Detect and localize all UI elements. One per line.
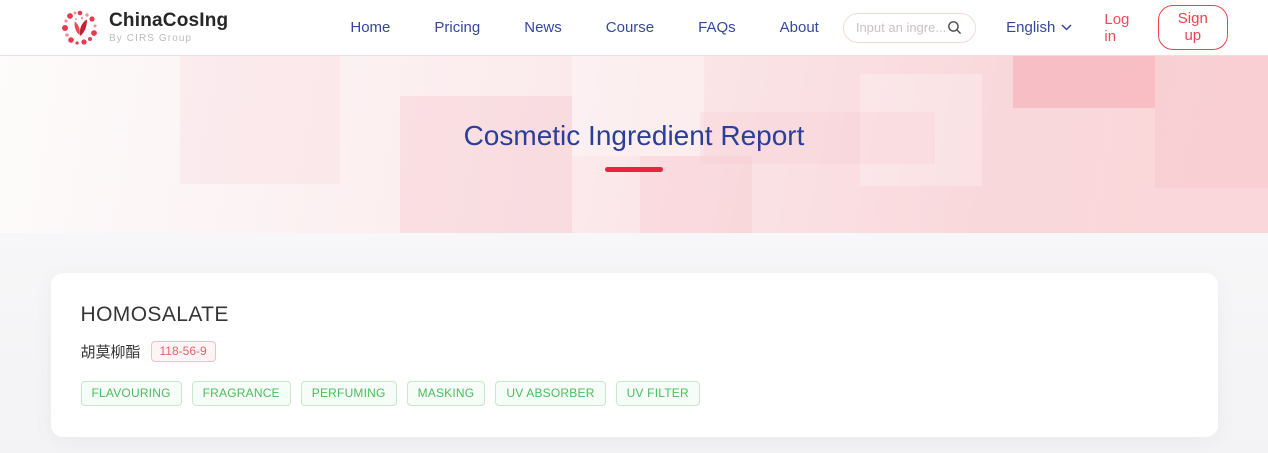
hero-banner: Cosmetic Ingredient Report: [0, 56, 1268, 233]
function-tag-uv-filter[interactable]: UV FILTER: [616, 381, 700, 406]
nav-item-home[interactable]: Home: [350, 19, 390, 36]
login-link[interactable]: Log in: [1104, 11, 1133, 45]
brand-logo-text: ChinaCosIng By CIRS Group: [109, 11, 228, 45]
nav-item-pricing[interactable]: Pricing: [434, 19, 480, 36]
ingredient-name: HOMOSALATE: [81, 303, 1188, 327]
nav-item-about[interactable]: About: [780, 19, 819, 36]
ingredient-search: [843, 13, 976, 43]
cas-number-badge: 118-56-9: [151, 341, 216, 362]
brand-tagline: By CIRS Group: [109, 33, 228, 44]
page-title: Cosmetic Ingredient Report: [0, 56, 1268, 152]
language-selector[interactable]: English: [1006, 19, 1072, 36]
brand-name: ChinaCosIng: [109, 11, 228, 32]
function-tags: FLAVOURING FRAGRANCE PERFUMING MASKING U…: [81, 381, 1188, 406]
signup-button[interactable]: Sign up: [1158, 5, 1228, 50]
brand-logo-icon: [60, 8, 100, 48]
brand-logo[interactable]: ChinaCosIng By CIRS Group: [60, 8, 228, 48]
chevron-down-icon: [1061, 24, 1072, 31]
header: ChinaCosIng By CIRS Group Home Pricing N…: [0, 0, 1268, 56]
search-icon[interactable]: [946, 19, 963, 36]
ingredient-subinfo-row: 胡莫柳酯 118-56-9: [81, 341, 1188, 362]
nav-item-news[interactable]: News: [524, 19, 562, 36]
function-tag-masking[interactable]: MASKING: [407, 381, 486, 406]
function-tag-uv-absorber[interactable]: UV ABSORBER: [495, 381, 605, 406]
main-nav: Home Pricing News Course FAQs About: [350, 19, 818, 36]
ingredient-card: HOMOSALATE 胡莫柳酯 118-56-9 FLAVOURING FRAG…: [51, 273, 1218, 437]
title-underline: [605, 167, 663, 172]
search-input[interactable]: [856, 20, 946, 35]
function-tag-flavouring[interactable]: FLAVOURING: [81, 381, 182, 406]
function-tag-perfuming[interactable]: PERFUMING: [301, 381, 397, 406]
nav-item-course[interactable]: Course: [606, 19, 654, 36]
ingredient-chinese-name: 胡莫柳酯: [81, 341, 141, 362]
nav-item-faqs[interactable]: FAQs: [698, 19, 736, 36]
function-tag-fragrance[interactable]: FRAGRANCE: [192, 381, 291, 406]
language-label: English: [1006, 19, 1055, 36]
